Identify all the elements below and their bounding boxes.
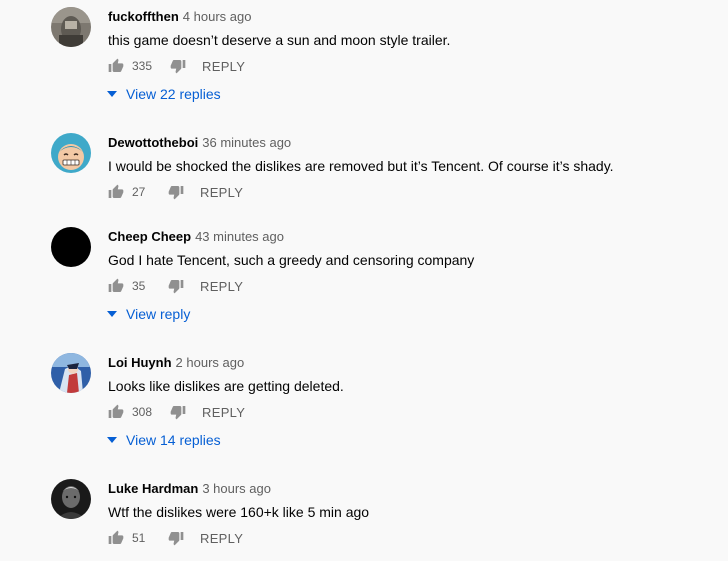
dislike-icon[interactable] bbox=[166, 528, 186, 548]
comment-time[interactable]: 2 hours ago bbox=[176, 355, 245, 370]
comment-action-bar: 308 REPLY bbox=[106, 400, 245, 424]
comment-header: Loi Huynh 2 hours ago bbox=[108, 355, 244, 371]
comment-time[interactable]: 43 minutes ago bbox=[195, 229, 284, 244]
like-count: 51 bbox=[132, 531, 146, 545]
comment-author[interactable]: Luke Hardman bbox=[108, 481, 198, 496]
view-replies-button[interactable]: View 14 replies bbox=[104, 428, 221, 452]
like-icon[interactable] bbox=[106, 182, 126, 202]
view-replies-button[interactable]: View reply bbox=[104, 302, 190, 326]
comment-text: I would be shocked the dislikes are remo… bbox=[108, 158, 614, 174]
comment-action-bar: 51 REPLY bbox=[106, 526, 243, 550]
reply-button[interactable]: REPLY bbox=[200, 531, 243, 546]
like-icon[interactable] bbox=[106, 56, 126, 76]
like-count: 335 bbox=[132, 59, 153, 73]
comment-header: Dewottotheboi 36 minutes ago bbox=[108, 135, 291, 151]
dislike-icon[interactable] bbox=[166, 182, 186, 202]
comment-header: Cheep Cheep 43 minutes ago bbox=[108, 229, 284, 245]
comment-author[interactable]: Loi Huynh bbox=[108, 355, 172, 370]
dark-portrait-avatar bbox=[51, 479, 91, 519]
comment-text: Looks like dislikes are getting deleted. bbox=[108, 378, 344, 394]
reply-button[interactable]: REPLY bbox=[202, 405, 245, 420]
like-icon[interactable] bbox=[106, 528, 126, 548]
comment-text: this game doesn’t deserve a sun and moon… bbox=[108, 32, 451, 48]
comment-time[interactable]: 36 minutes ago bbox=[202, 135, 291, 150]
view-replies-label: View 22 replies bbox=[126, 86, 221, 102]
comment-text: Wtf the dislikes were 160+k like 5 min a… bbox=[108, 504, 370, 520]
comment-author[interactable]: fuckoffthen bbox=[108, 9, 179, 24]
monochrome-photo-avatar bbox=[51, 7, 91, 47]
like-icon[interactable] bbox=[106, 402, 126, 422]
view-replies-label: View 14 replies bbox=[126, 432, 221, 448]
comment-action-bar: 335 REPLY bbox=[106, 54, 245, 78]
comment-author[interactable]: Dewottotheboi bbox=[108, 135, 198, 150]
reply-button[interactable]: REPLY bbox=[200, 279, 243, 294]
view-replies-button[interactable]: View 22 replies bbox=[104, 82, 221, 106]
dislike-icon[interactable] bbox=[166, 276, 186, 296]
black-circle-avatar bbox=[51, 227, 91, 267]
caret-down-icon bbox=[104, 86, 120, 102]
caret-down-icon bbox=[104, 306, 120, 322]
avatar[interactable] bbox=[51, 133, 91, 173]
view-replies-label: View reply bbox=[126, 306, 191, 322]
dislike-icon[interactable] bbox=[168, 402, 188, 422]
comment-author[interactable]: Cheep Cheep bbox=[108, 229, 191, 244]
comment-header: Luke Hardman 3 hours ago bbox=[108, 481, 271, 497]
avatar[interactable] bbox=[51, 227, 91, 267]
cartoon-character-avatar bbox=[51, 133, 91, 173]
dislike-icon[interactable] bbox=[168, 56, 188, 76]
comment-action-bar: 35 REPLY bbox=[106, 274, 243, 298]
avatar[interactable] bbox=[51, 479, 91, 519]
avatar[interactable] bbox=[51, 7, 91, 47]
anime-character-avatar bbox=[51, 353, 91, 393]
comment-time[interactable]: 4 hours ago bbox=[183, 9, 252, 24]
comment-time[interactable]: 3 hours ago bbox=[202, 481, 271, 496]
like-count: 35 bbox=[132, 279, 146, 293]
caret-down-icon bbox=[104, 432, 120, 448]
reply-button[interactable]: REPLY bbox=[202, 59, 245, 74]
reply-button[interactable]: REPLY bbox=[200, 185, 243, 200]
like-count: 27 bbox=[132, 185, 146, 199]
avatar[interactable] bbox=[51, 353, 91, 393]
comment-action-bar: 27 REPLY bbox=[106, 180, 243, 204]
like-count: 308 bbox=[132, 405, 153, 419]
comment-text: God I hate Tencent, such a greedy and ce… bbox=[108, 252, 475, 268]
like-icon[interactable] bbox=[106, 276, 126, 296]
comment-header: fuckoffthen 4 hours ago bbox=[108, 9, 251, 25]
